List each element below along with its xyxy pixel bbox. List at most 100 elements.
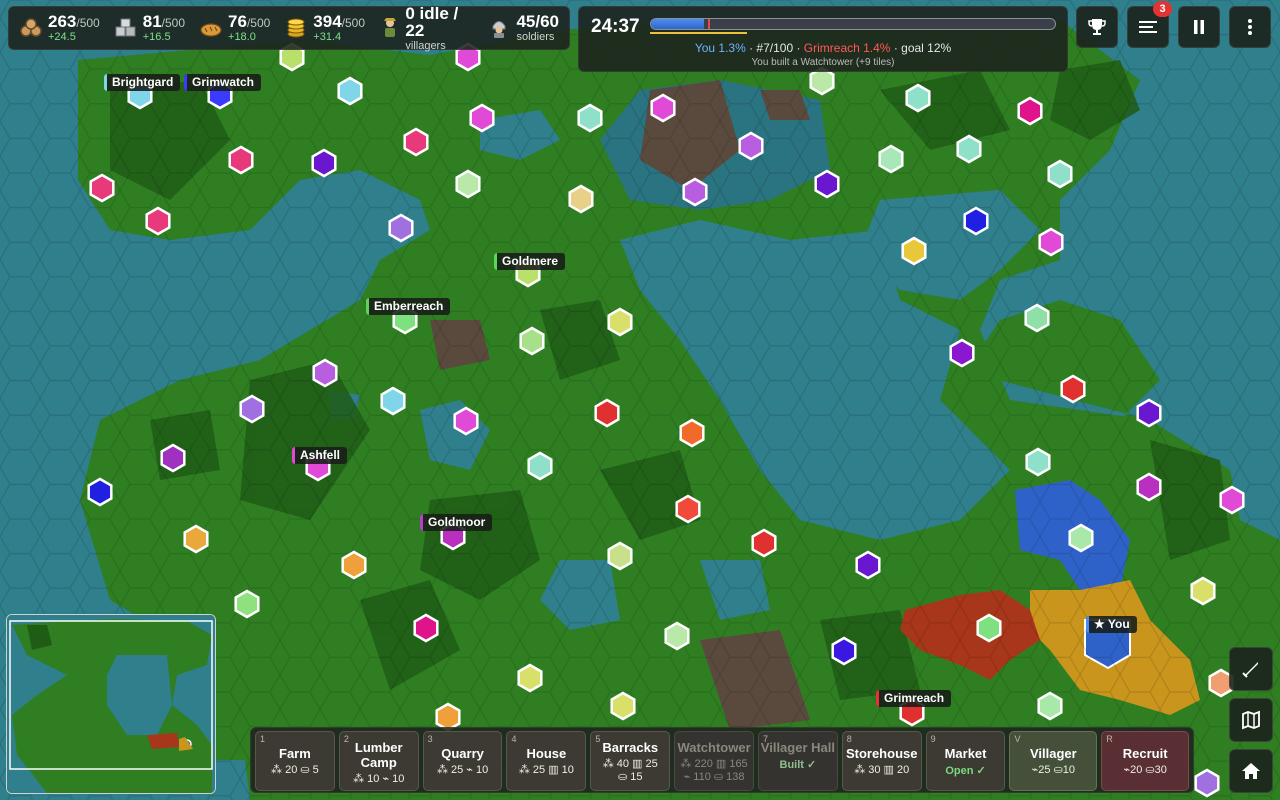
village-hex-marker[interactable] xyxy=(517,663,543,693)
village-hex-marker[interactable] xyxy=(413,613,439,643)
village-hex-marker[interactable] xyxy=(160,443,186,473)
pause-button[interactable] xyxy=(1178,6,1220,48)
village-hex-marker[interactable] xyxy=(1038,227,1064,257)
village-hex-marker[interactable] xyxy=(664,621,690,651)
village-hex-marker[interactable] xyxy=(380,386,406,416)
village-hex-marker[interactable] xyxy=(403,127,429,157)
recruit-soldier-button[interactable]: R Recruit ⌁20 ⛀30 xyxy=(1101,731,1190,791)
build-cost: ⁂ 25 ⌁ 10 xyxy=(436,763,489,776)
village-hex-marker[interactable] xyxy=(1060,374,1086,404)
build-cost-extra: ⛀ 15 xyxy=(617,771,643,784)
village-hex-marker[interactable] xyxy=(234,589,260,619)
build-name: Barracks xyxy=(602,740,659,755)
city-label[interactable]: Grimreach xyxy=(876,690,952,707)
minimap[interactable] xyxy=(6,614,216,794)
city-label[interactable]: Goldmere xyxy=(494,253,566,270)
village-hex-marker[interactable] xyxy=(89,173,115,203)
village-hex-marker[interactable] xyxy=(577,103,603,133)
village-hex-marker[interactable] xyxy=(949,338,975,368)
build-farm-button[interactable]: 1 Farm ⁂ 20 ⛀ 5 xyxy=(255,731,335,791)
train-villager-button[interactable]: V Villager ⌁25 ⛀10 xyxy=(1009,731,1098,791)
village-hex-marker[interactable] xyxy=(87,477,113,507)
build-storehouse-button[interactable]: 8 Storehouse ⁂ 30 ▥ 20 xyxy=(841,731,922,791)
village-hex-marker[interactable] xyxy=(337,76,363,106)
village-hex-marker[interactable] xyxy=(976,613,1002,643)
home-button[interactable] xyxy=(1229,749,1273,793)
gold-rate: +31.4 xyxy=(313,31,342,43)
village-hex-marker[interactable] xyxy=(963,206,989,236)
village-hex-marker[interactable] xyxy=(341,550,367,580)
village-hex-marker[interactable] xyxy=(239,394,265,424)
village-hex-marker[interactable] xyxy=(527,451,553,481)
village-hex-marker[interactable] xyxy=(1219,485,1245,515)
village-hex-marker[interactable] xyxy=(956,134,982,164)
village-hex-marker[interactable] xyxy=(469,103,495,133)
village-hex-marker[interactable] xyxy=(675,494,701,524)
village-hex-marker[interactable] xyxy=(905,83,931,113)
more-menu-button[interactable] xyxy=(1229,6,1271,48)
map-icon xyxy=(1242,710,1260,730)
village-hex-marker[interactable] xyxy=(1190,576,1216,606)
village-hex-marker[interactable] xyxy=(650,93,676,123)
village-hex-marker[interactable] xyxy=(1068,523,1094,553)
village-hex-marker[interactable] xyxy=(901,236,927,266)
build-quarry-button[interactable]: 3 Quarry ⁂ 25 ⌁ 10 xyxy=(422,731,503,791)
village-hex-marker[interactable] xyxy=(1047,159,1073,189)
villagers-count[interactable]: 0 idle / 22 villagers xyxy=(379,5,473,51)
build-lumber-camp-button[interactable]: 2 Lumber Camp ⁂ 10 ⌁ 10 xyxy=(338,731,419,791)
village-hex-marker[interactable] xyxy=(1194,768,1220,798)
villager-icon xyxy=(379,16,400,40)
village-hex-marker[interactable] xyxy=(453,406,479,436)
map-toggle-button[interactable] xyxy=(1229,698,1273,742)
city-label[interactable]: Goldmoor xyxy=(420,514,493,531)
city-label[interactable]: Grimwatch xyxy=(184,74,262,91)
city-label[interactable]: Ashfell xyxy=(292,447,348,464)
village-hex-marker[interactable] xyxy=(1136,472,1162,502)
village-hex-marker[interactable] xyxy=(1025,447,1051,477)
leaderboard-button[interactable] xyxy=(1076,6,1118,48)
city-label[interactable]: Emberreach xyxy=(366,298,451,315)
village-hex-marker[interactable] xyxy=(607,307,633,337)
logs-icon xyxy=(19,16,43,40)
village-hex-marker[interactable] xyxy=(682,177,708,207)
build-villager-hall-button[interactable]: 7 Villager Hall Built ✓ xyxy=(757,731,838,791)
village-hex-marker[interactable] xyxy=(145,206,171,236)
build-watchtower-button[interactable]: Watchtower ⁂ 220 ▥ 165 ⌁ 110 ⛀ 138 xyxy=(674,731,754,791)
build-name: Watchtower xyxy=(677,740,751,755)
notifications-button[interactable]: 3 xyxy=(1127,1,1172,48)
village-hex-marker[interactable] xyxy=(311,148,337,178)
build-name: Villager xyxy=(1029,746,1077,761)
village-hex-marker[interactable] xyxy=(519,326,545,356)
village-hex-marker[interactable] xyxy=(607,541,633,571)
build-cost: ⁂ 10 ⌁ 10 xyxy=(353,772,405,785)
village-hex-marker[interactable] xyxy=(388,213,414,243)
build-house-button[interactable]: 4 House ⁂ 25 ▥ 10 xyxy=(506,731,587,791)
village-hex-marker[interactable] xyxy=(610,691,636,721)
village-hex-marker[interactable] xyxy=(183,524,209,554)
player-progress-fill xyxy=(651,19,704,29)
city-label-player[interactable]: ★ You xyxy=(1086,616,1137,633)
village-hex-marker[interactable] xyxy=(568,184,594,214)
soldiers-count[interactable]: 45/60 soldiers xyxy=(487,7,559,49)
village-hex-marker[interactable] xyxy=(831,636,857,666)
village-hex-marker[interactable] xyxy=(814,169,840,199)
village-hex-marker[interactable] xyxy=(878,144,904,174)
village-hex-marker[interactable] xyxy=(228,145,254,175)
build-barracks-button[interactable]: 5 Barracks ⁂ 40 ▥ 25 ⛀ 15 xyxy=(590,731,671,791)
village-hex-marker[interactable] xyxy=(855,550,881,580)
village-hex-marker[interactable] xyxy=(1136,398,1162,428)
village-hex-marker[interactable] xyxy=(1024,303,1050,333)
village-hex-marker[interactable] xyxy=(751,528,777,558)
village-hex-marker[interactable] xyxy=(679,418,705,448)
village-hex-marker[interactable] xyxy=(594,398,620,428)
village-hex-marker[interactable] xyxy=(1037,691,1063,721)
village-hex-marker[interactable] xyxy=(312,358,338,388)
city-label[interactable]: Brightgard xyxy=(104,74,181,91)
village-hex-marker[interactable] xyxy=(455,169,481,199)
village-hex-marker[interactable] xyxy=(738,131,764,161)
build-market-button[interactable]: 9 Market Open ✓ xyxy=(925,731,1006,791)
attack-mode-button[interactable] xyxy=(1229,647,1273,691)
sword-icon xyxy=(1242,662,1258,678)
village-hex-marker[interactable] xyxy=(1017,96,1043,126)
list-icon xyxy=(1139,21,1157,33)
